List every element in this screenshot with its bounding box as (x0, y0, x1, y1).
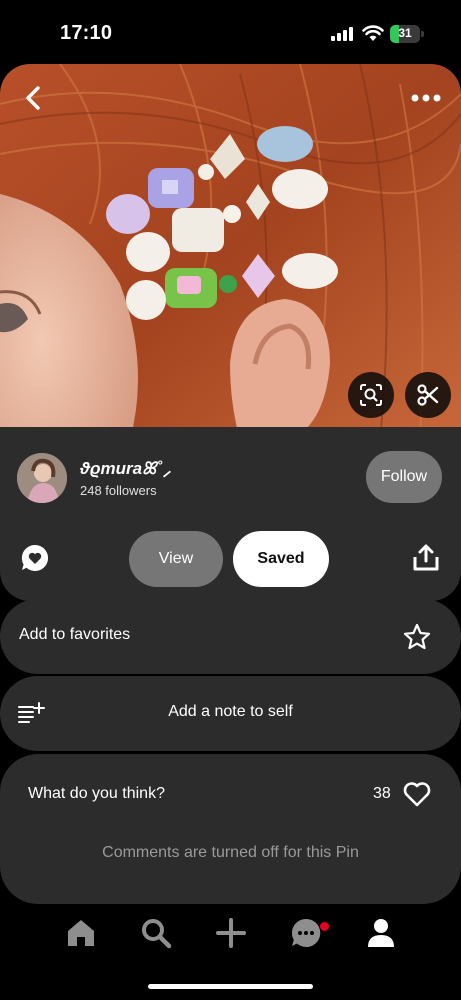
avatar[interactable] (17, 453, 67, 503)
cut-button[interactable] (405, 372, 451, 418)
battery-charging-icon: 31 (390, 25, 424, 43)
pin-photo (0, 64, 461, 440)
share-icon[interactable] (411, 543, 441, 573)
messages-icon[interactable] (289, 916, 323, 950)
signal-icon (331, 27, 353, 41)
avatar-photo (17, 453, 67, 503)
add-to-favorites-row[interactable]: Add to favorites (0, 599, 461, 674)
add-note-label: Add a note to self (168, 703, 293, 720)
notification-dot (320, 922, 329, 931)
creator-name[interactable]: ϑϱmuraꕤ˚⸝ (80, 459, 172, 479)
comments-title: What do you think? (28, 785, 165, 802)
saved-button[interactable]: Saved (233, 531, 329, 587)
scissors-icon (417, 384, 439, 406)
create-icon[interactable] (214, 916, 248, 950)
like-count: 38 (373, 785, 391, 802)
comments-section: What do you think? 38 Comments are turne… (0, 754, 461, 904)
status-time: 17:10 (60, 22, 113, 44)
heart-icon[interactable] (403, 781, 431, 807)
profile-icon[interactable] (364, 916, 398, 950)
home-icon[interactable] (64, 916, 98, 950)
follow-button[interactable]: Follow (366, 451, 442, 503)
battery-level: 31 (398, 26, 412, 40)
search-icon[interactable] (139, 916, 173, 950)
creator-card: ϑϱmuraꕤ˚⸝ 248 followers Follow View Save… (0, 427, 461, 601)
visual-search-button[interactable] (348, 372, 394, 418)
status-bar: 17:10 31 (0, 0, 461, 64)
visual-search-icon (360, 384, 382, 406)
follower-count: 248 followers (80, 483, 157, 498)
view-button[interactable]: View (129, 531, 223, 587)
add-to-favorites-label: Add to favorites (19, 626, 131, 643)
back-arrow-icon[interactable] (18, 82, 50, 114)
comment-heart-icon[interactable] (20, 543, 50, 573)
add-note-row[interactable]: Add a note to self (0, 676, 461, 751)
comments-disabled-text: Comments are turned off for this Pin (102, 844, 359, 861)
pin-image[interactable] (0, 64, 461, 440)
wifi-icon (362, 25, 384, 41)
more-options-icon[interactable] (406, 86, 446, 110)
star-icon[interactable] (402, 622, 432, 652)
home-indicator (148, 984, 313, 989)
